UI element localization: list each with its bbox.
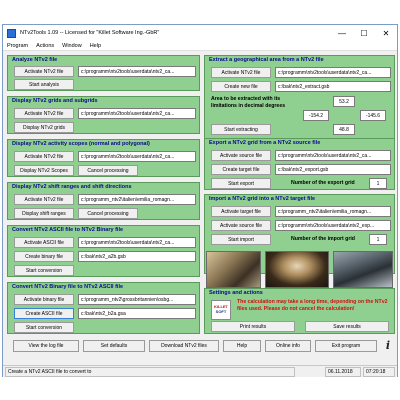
extract-path-field[interactable]: c:\programm\ntv2tools\userdata\ntv2_ca..…: [275, 67, 391, 78]
warning-text: The calculation may take a long time, de…: [237, 299, 388, 312]
import-grid-field[interactable]: 1: [369, 234, 387, 245]
import-grid-label: Number of the import grid: [291, 236, 355, 242]
portrait-photo-2: [265, 251, 329, 288]
window-title: NTv2Tools 1.09 -- Licensed for "Killet S…: [20, 30, 160, 36]
title-bar[interactable]: NTv2Tools 1.09 -- Licensed for "Killet S…: [3, 25, 397, 41]
menu-window[interactable]: Window: [58, 43, 86, 49]
ascii-to-binary-group: Convert NTv2 ASCII file to NTv2 Binary f…: [7, 225, 200, 277]
shift-activate-button[interactable]: Activate NTv2 file: [14, 194, 74, 205]
import-target-path-field[interactable]: c:\programm_ntv2\italien\emilia_romagn..…: [275, 206, 391, 217]
portrait-photo-1: [206, 251, 261, 288]
help-button[interactable]: Help: [223, 340, 261, 352]
analyze-group: Analyze NTv2 file Activate NTv2 file c:\…: [7, 55, 200, 91]
display-grids-button[interactable]: Display NTv2 grids: [14, 122, 74, 133]
online-info-button[interactable]: Online info: [265, 340, 311, 352]
display-grids-activate-button[interactable]: Activate NTv2 file: [14, 108, 74, 119]
menu-bar: Program Actions Window Help: [3, 41, 397, 51]
menu-program[interactable]: Program: [3, 43, 32, 49]
activity-path-field[interactable]: c:\programm\ntv2tools\userdata\ntv2_ca..…: [78, 151, 196, 162]
activate-binary-button[interactable]: Activate binary file: [14, 294, 74, 305]
info-icon[interactable]: i: [382, 339, 394, 352]
export-activate-button[interactable]: Activate source file: [211, 150, 271, 161]
print-results-button[interactable]: Print results: [211, 321, 295, 332]
start-import-button[interactable]: Start import: [211, 234, 271, 245]
activity-activate-button[interactable]: Activate NTv2 file: [14, 151, 74, 162]
import-source-path-field[interactable]: c:\programm\ntv2tools\userdata\ntv2_exp.…: [275, 220, 391, 231]
activity-title: Display NTv2 activity scopes (normal and…: [12, 141, 150, 147]
minimize-icon[interactable]: —: [331, 25, 353, 41]
binary-start-conversion-button[interactable]: Start conversion: [14, 322, 74, 333]
close-icon[interactable]: ✕: [375, 25, 397, 41]
import-title: Import a NTv2 grid into a NTv2 target fi…: [209, 196, 316, 202]
display-grids-path-field[interactable]: c:\programm\ntv2tools\userdata\ntv2_ca..…: [78, 108, 196, 119]
shift-path-field[interactable]: c:\programm_ntv2\italien\emilia_romagn..…: [78, 194, 196, 205]
binary-to-ascii-group: Convert NTv2 Binary file to NTv2 ASCII f…: [7, 282, 200, 334]
extract-activate-button[interactable]: Activate NTv2 file: [211, 67, 271, 78]
shift-title: Display NTv2 shift ranges and shift dire…: [12, 184, 132, 190]
analyze-activate-button[interactable]: Activate NTv2 file: [14, 66, 74, 77]
save-results-button[interactable]: Save results: [305, 321, 389, 332]
view-log-button[interactable]: View the log file: [13, 340, 79, 352]
south-limit-field[interactable]: 48.8: [333, 124, 355, 135]
app-icon: [7, 28, 16, 38]
activity-group: Display NTv2 activity scopes (normal and…: [7, 139, 200, 177]
export-output-field[interactable]: c:\bak\ntv2_export.gsb: [275, 164, 391, 175]
display-shift-button[interactable]: Display shift ranges: [14, 208, 74, 219]
ascii-path-field[interactable]: c:\programm\ntv2tools\userdata\ntv2_ca..…: [78, 237, 196, 248]
export-group: Export a NTv2 grid from a NTv2 source fi…: [204, 138, 395, 190]
status-bar: Create a NTv2 ASCII file to convert to 0…: [3, 365, 397, 377]
shift-group: Display NTv2 shift ranges and shift dire…: [7, 182, 200, 220]
binary-to-ascii-title: Convert NTv2 Binary file to NTv2 ASCII f…: [12, 284, 124, 290]
app-window: NTv2Tools 1.09 -- Licensed for "Killet S…: [2, 24, 398, 377]
settings-group: Settings and actions KILLET SOFT The cal…: [204, 288, 395, 334]
import-activate-target-button[interactable]: Activate target file: [211, 206, 271, 217]
download-ntv2-button[interactable]: Download NTv2 files: [149, 340, 219, 352]
start-extracting-button[interactable]: Start extracting: [211, 124, 271, 135]
extract-area-label: Area to be extracted with its limitation…: [211, 96, 286, 109]
extract-create-button[interactable]: Create new file: [211, 81, 271, 92]
landscape-photo: [333, 251, 393, 288]
menu-actions[interactable]: Actions: [32, 43, 58, 49]
settings-title: Settings and actions: [209, 290, 263, 296]
exit-program-button[interactable]: Exit program: [315, 340, 377, 352]
activate-ascii-button[interactable]: Activate ASCII file: [14, 237, 74, 248]
ascii-output-field[interactable]: c:\bak\ntv2_b2a.gsa: [78, 308, 196, 319]
export-path-field[interactable]: c:\programm\ntv2tools\userdata\ntv2_ca..…: [275, 150, 391, 161]
ascii-start-conversion-button[interactable]: Start conversion: [14, 265, 74, 276]
display-scopes-button[interactable]: Display NTv2 Scopes: [14, 165, 74, 176]
analyze-path-field[interactable]: c:\programm\ntv2tools\userdata\ntv2_ca..…: [78, 66, 196, 77]
east-limit-field[interactable]: -145.6: [360, 110, 386, 121]
extract-output-field[interactable]: c:\bak\ntv2_extract.gsb: [275, 81, 391, 92]
company-logo: KILLET SOFT: [211, 300, 231, 320]
display-grids-group: Display NTv2 grids and subgrids Activate…: [7, 96, 200, 134]
status-time: 07:20:18: [363, 367, 395, 377]
start-export-button[interactable]: Start export: [211, 178, 271, 189]
export-grid-label: Number of the export grid: [291, 180, 355, 186]
binary-output-field[interactable]: c:\bak\ntv2_a2b.gsb: [78, 251, 196, 262]
activity-cancel-button[interactable]: Cancel processing: [78, 165, 138, 176]
west-limit-field[interactable]: -154.2: [303, 110, 329, 121]
export-title: Export a NTv2 grid from a NTv2 source fi…: [209, 140, 321, 146]
binary-path-field[interactable]: c:\programm_ntv2\grossbritannien\osbg...: [78, 294, 196, 305]
shift-cancel-button[interactable]: Cancel processing: [78, 208, 138, 219]
set-defaults-button[interactable]: Set defaults: [83, 340, 145, 352]
menu-help[interactable]: Help: [86, 43, 105, 49]
ascii-to-binary-title: Convert NTv2 ASCII file to NTv2 Binary f…: [12, 227, 124, 233]
create-ascii-button[interactable]: Create ASCII file: [14, 308, 74, 319]
extract-title: Extract a geographical area from a NTv2 …: [209, 57, 324, 63]
analyze-start-button[interactable]: Start analysis: [14, 79, 74, 90]
north-limit-field[interactable]: 53.2: [333, 96, 355, 107]
status-date: 06.11.2018: [325, 367, 361, 377]
maximize-icon[interactable]: ☐: [353, 25, 375, 41]
logo-line-2: SOFT: [215, 309, 227, 314]
import-activate-source-button[interactable]: Activate source file: [211, 220, 271, 231]
export-create-button[interactable]: Create target file: [211, 164, 271, 175]
export-grid-field[interactable]: 1: [369, 178, 387, 189]
status-message: Create a NTv2 ASCII file to convert to: [5, 367, 295, 377]
create-binary-button[interactable]: Create binary file: [14, 251, 74, 262]
analyze-title: Analyze NTv2 file: [12, 57, 58, 63]
display-grids-title: Display NTv2 grids and subgrids: [12, 98, 98, 104]
